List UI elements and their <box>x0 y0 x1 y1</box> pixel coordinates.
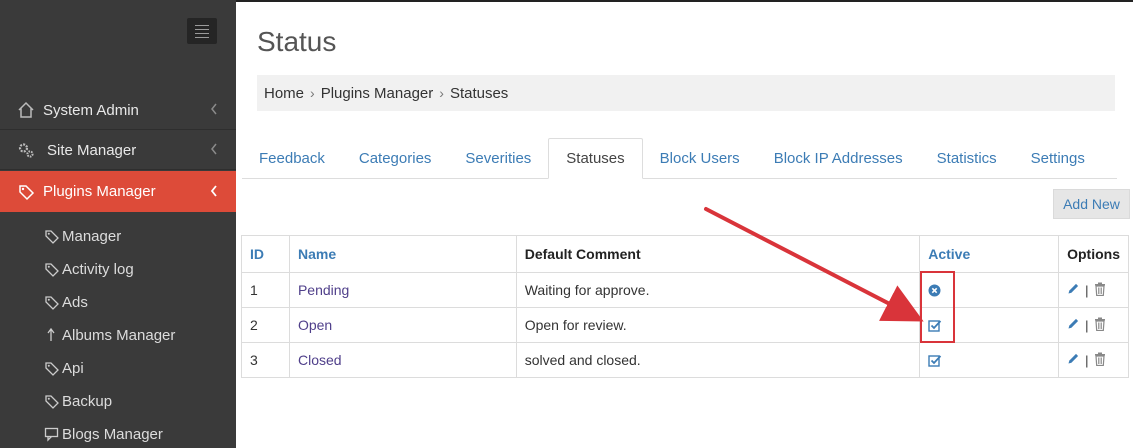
hamburger-menu-icon[interactable] <box>187 18 217 44</box>
cell-options: | <box>1058 272 1129 308</box>
breadcrumb-statuses: Statuses <box>449 84 509 102</box>
sidebar-item-label: System Admin <box>43 101 139 119</box>
edit-pencil-icon[interactable] <box>1067 282 1080 298</box>
statuses-table: ID Name Default Comment Active Options 1… <box>241 235 1129 378</box>
tab-feedback[interactable]: Feedback <box>242 138 342 178</box>
sidebar-subitem-label: Api <box>62 359 84 377</box>
sidebar-subitem-label: Manager <box>62 227 122 245</box>
tab-categories[interactable]: Categories <box>342 138 449 178</box>
edit-pencil-icon[interactable] <box>1067 352 1080 368</box>
upload-arrow-icon <box>44 327 60 343</box>
top-border <box>236 0 1133 2</box>
table-row: 2 Open Open for review. | <box>241 307 1129 343</box>
plug-tag-icon <box>17 183 35 201</box>
gears-icon <box>17 141 35 159</box>
annotation-arrow-icon <box>704 207 924 322</box>
tab-severities[interactable]: Severities <box>448 138 548 178</box>
chevron-left-icon <box>210 142 218 159</box>
sidebar-subitem-api[interactable]: Api <box>44 357 84 379</box>
options-separator: | <box>1085 352 1089 368</box>
sidebar-subitem-blogs-manager[interactable]: Blogs Manager <box>44 423 163 445</box>
tag-icon <box>44 393 60 409</box>
tab-statuses[interactable]: Statuses <box>548 138 643 179</box>
main-content: Status Home › Plugins Manager › Statuses… <box>236 0 1133 448</box>
table-row: 3 Closed solved and closed. | <box>241 342 1129 378</box>
cell-options: | <box>1058 307 1129 343</box>
sidebar-item-plugins-manager[interactable]: Plugins Manager <box>0 171 236 212</box>
sidebar-item-label: Plugins Manager <box>43 183 156 200</box>
table-row: 1 Pending Waiting for approve. | <box>241 272 1129 308</box>
edit-pencil-icon[interactable] <box>1067 317 1080 333</box>
cell-comment: solved and closed. <box>515 342 921 378</box>
sidebar-subitem-ads[interactable]: Ads <box>44 291 88 313</box>
breadcrumb-plugins-manager[interactable]: Plugins Manager <box>321 85 434 102</box>
breadcrumb: Home › Plugins Manager › Statuses <box>257 75 1115 111</box>
tab-bar: Feedback Categories Severities Statuses … <box>242 137 1117 179</box>
tag-icon <box>44 360 60 376</box>
chevron-left-icon <box>210 184 218 201</box>
sidebar-item-site-manager[interactable]: Site Manager <box>0 131 236 170</box>
column-header-id[interactable]: ID <box>241 235 290 273</box>
chevron-right-icon: › <box>310 85 315 101</box>
sidebar-subitem-label: Backup <box>62 392 113 410</box>
sidebar-subitem-activity-log[interactable]: Activity log <box>44 258 134 280</box>
tab-block-users[interactable]: Block Users <box>643 138 757 178</box>
page-title: Status <box>257 26 337 57</box>
chevron-left-icon <box>210 102 218 119</box>
tab-settings[interactable]: Settings <box>1014 138 1102 178</box>
tab-statistics[interactable]: Statistics <box>920 138 1014 178</box>
tag-icon <box>44 228 60 244</box>
sidebar-subitem-label: Activity log <box>62 260 134 278</box>
comment-icon <box>44 426 60 442</box>
sidebar-subitem-albums-manager[interactable]: Albums Manager <box>44 324 175 346</box>
column-header-name[interactable]: Name <box>288 235 517 273</box>
sidebar-subitem-backup[interactable]: Backup <box>44 390 112 412</box>
tab-block-ip-addresses[interactable]: Block IP Addresses <box>757 138 920 178</box>
table-header-row: ID Name Default Comment Active Options <box>241 235 1129 273</box>
delete-trash-icon[interactable] <box>1094 282 1106 299</box>
breadcrumb-home[interactable]: Home <box>257 85 304 102</box>
options-separator: | <box>1085 317 1089 333</box>
home-icon <box>17 101 35 119</box>
tag-icon <box>44 294 60 310</box>
active-check-square-icon[interactable] <box>928 354 1050 367</box>
cell-name-link[interactable]: Open <box>288 307 517 343</box>
sidebar-subitem-label: Ads <box>62 293 88 311</box>
delete-trash-icon[interactable] <box>1094 352 1106 369</box>
delete-trash-icon[interactable] <box>1094 317 1106 334</box>
sidebar-item-label: Site Manager <box>47 141 137 159</box>
cell-id: 1 <box>241 272 290 308</box>
sidebar-subitem-label: Blogs Manager <box>62 425 163 443</box>
chevron-right-icon: › <box>439 85 444 101</box>
cell-id: 2 <box>241 307 290 343</box>
sidebar: System Admin Site Manager Plugins Manage… <box>0 0 236 448</box>
sidebar-item-system-admin[interactable]: System Admin <box>0 91 236 130</box>
cell-name-link[interactable]: Pending <box>288 272 517 308</box>
add-new-button[interactable]: Add New <box>1053 189 1130 219</box>
cell-name-link[interactable]: Closed <box>288 342 517 378</box>
column-header-options: Options <box>1058 235 1129 273</box>
sidebar-subitem-label: Albums Manager <box>62 326 176 344</box>
cell-active <box>919 342 1060 378</box>
cell-options: | <box>1058 342 1129 378</box>
tag-icon <box>44 261 60 277</box>
sidebar-subitem-manager[interactable]: Manager <box>44 225 121 247</box>
options-separator: | <box>1085 282 1089 298</box>
cell-id: 3 <box>241 342 290 378</box>
